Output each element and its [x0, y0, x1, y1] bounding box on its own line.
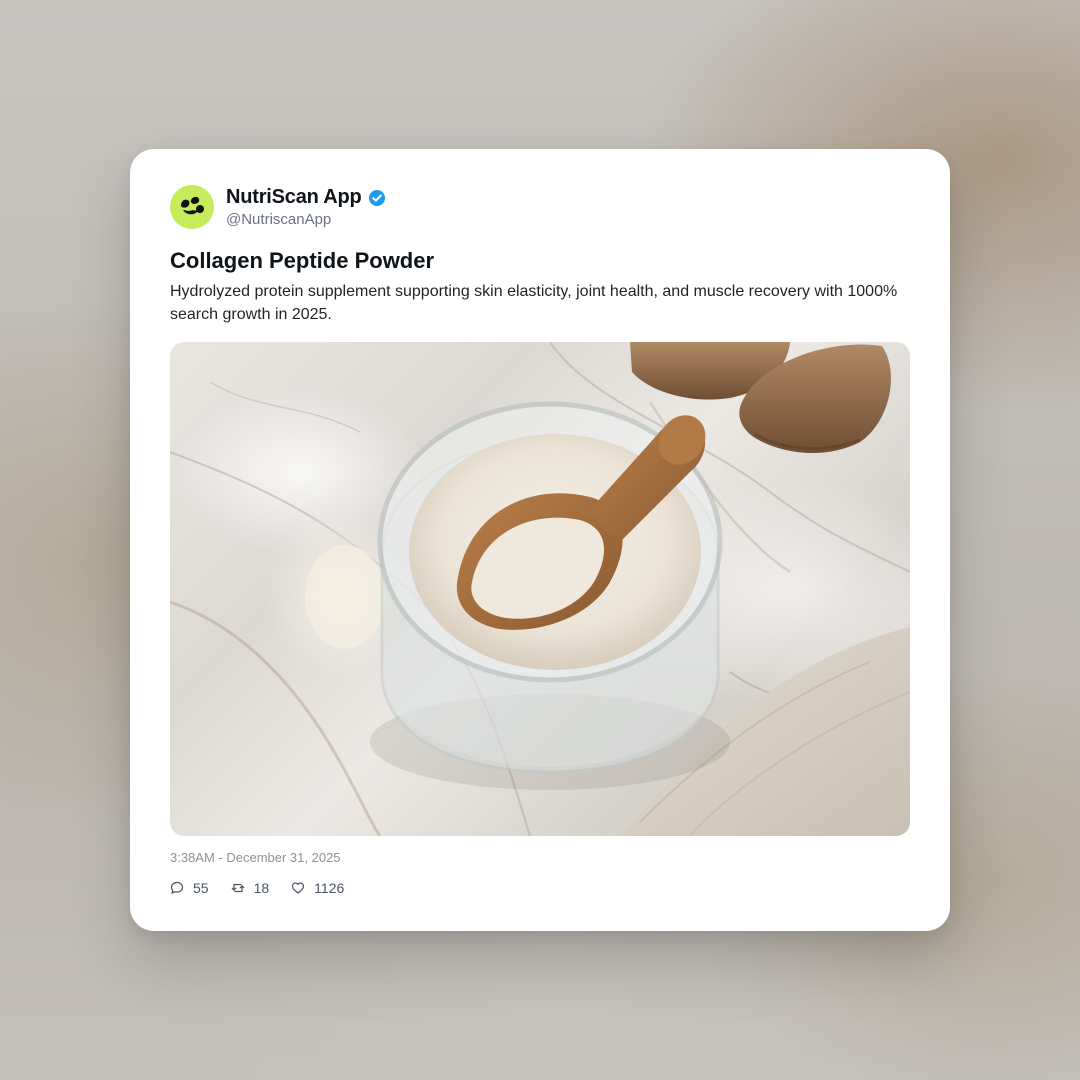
post-card: NutriScan App @NutriscanApp Collagen Pep…: [130, 149, 950, 931]
heart-icon: [292, 882, 305, 894]
handle[interactable]: @NutriscanApp: [226, 211, 386, 228]
like-count: 1126: [314, 880, 345, 896]
post-image[interactable]: [170, 342, 910, 836]
verified-badge-icon: [368, 189, 386, 207]
name-row: NutriScan App: [226, 186, 386, 209]
post-description: Hydrolyzed protein supplement supporting…: [170, 283, 898, 323]
post-timestamp[interactable]: 3:38AM - December 31, 2025: [170, 850, 341, 865]
comment-icon: [170, 881, 184, 894]
display-name[interactable]: NutriScan App: [226, 186, 362, 209]
repost-icon: [231, 883, 244, 893]
avatar[interactable]: [170, 185, 214, 229]
like-button[interactable]: 1126: [291, 880, 344, 896]
post-header: NutriScan App @NutriscanApp: [170, 185, 386, 229]
post-actions: 55 18 1126: [170, 880, 366, 896]
repost-count: 18: [253, 880, 270, 896]
post-title: Collagen Peptide Powder: [170, 248, 435, 273]
author-block: NutriScan App @NutriscanApp: [226, 186, 386, 228]
reply-button[interactable]: 55: [170, 880, 209, 896]
reply-count: 55: [193, 880, 209, 896]
repost-button[interactable]: 18: [231, 880, 270, 896]
leaf-logo-icon: [181, 196, 204, 215]
collagen-powder-jar-photo: [170, 342, 910, 836]
